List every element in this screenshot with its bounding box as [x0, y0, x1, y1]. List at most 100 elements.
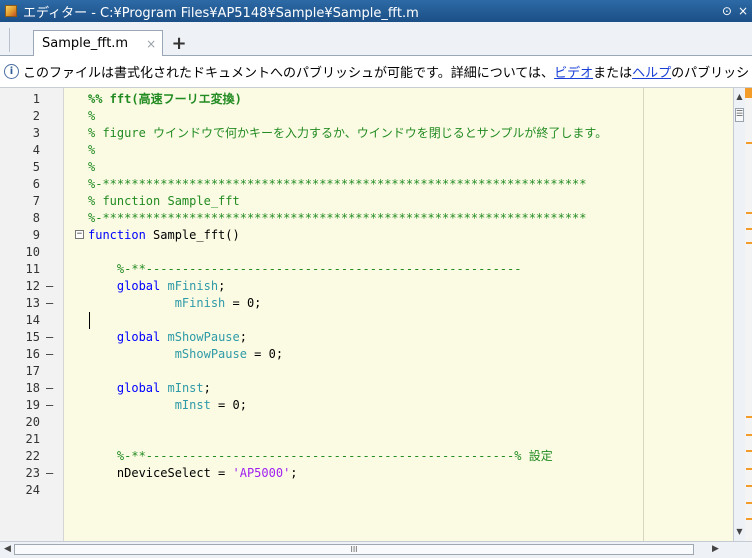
scroll-down-icon[interactable]: ▼: [734, 525, 745, 539]
tab-label: Sample_fft.m: [42, 36, 129, 51]
assignment: = 0;: [210, 398, 247, 412]
comment: %-**------------------------------------…: [116, 449, 553, 463]
window-menu-icon[interactable]: ⊙: [722, 4, 732, 18]
tab-sample-fft[interactable]: Sample_fft.m ×: [33, 30, 163, 56]
marker[interactable]: [746, 468, 752, 470]
code-text: mShowPause = 0;: [88, 346, 283, 363]
marker[interactable]: [746, 450, 752, 452]
message-marker-bar[interactable]: [745, 88, 752, 541]
breakpoint-dash[interactable]: –: [46, 380, 53, 397]
marker[interactable]: [746, 142, 752, 144]
keyword: function: [88, 228, 146, 242]
keyword: global: [116, 330, 161, 344]
breakpoint-dash[interactable]: –: [46, 465, 53, 482]
line-number: 21: [25, 432, 40, 446]
code-line[interactable]: 15– global mShowPause;: [0, 329, 733, 346]
line-number: 22: [25, 449, 40, 463]
horizontal-scroll-thumb[interactable]: III: [14, 544, 694, 555]
comment: %: [88, 143, 96, 157]
marker[interactable]: [746, 212, 752, 214]
punctuation: ;: [203, 381, 211, 395]
code-line[interactable]: 2%: [0, 108, 733, 125]
code-line[interactable]: 14: [0, 312, 733, 329]
function-signature: Sample_fft(): [145, 228, 240, 242]
comment: % function Sample_fft: [88, 194, 240, 208]
breakpoint-dash[interactable]: –: [46, 295, 53, 312]
help-link[interactable]: ヘルプ: [632, 62, 671, 81]
title-bar: エディター - C:¥Program Files¥AP5148¥Sample¥S…: [0, 0, 752, 22]
tab-close-icon[interactable]: ×: [146, 37, 156, 51]
code-line[interactable]: 20: [0, 414, 733, 431]
code-line[interactable]: 6 %-*************************************…: [0, 176, 733, 193]
keyword: global: [116, 279, 161, 293]
code-line[interactable]: 17: [0, 363, 733, 380]
horizontal-scrollbar[interactable]: ◀ III ▶: [0, 541, 752, 558]
close-icon[interactable]: ×: [738, 4, 748, 18]
fold-toggle-icon[interactable]: −: [75, 230, 84, 239]
info-icon: i: [4, 64, 19, 79]
cell-title: %% fft(高速フーリエ変換): [88, 92, 242, 106]
marker[interactable]: [746, 502, 752, 504]
code-line[interactable]: 19– mInst = 0;: [0, 397, 733, 414]
marker[interactable]: [746, 228, 752, 230]
marker[interactable]: [746, 518, 752, 520]
code-line[interactable]: 21: [0, 431, 733, 448]
code-line[interactable]: 23– nDeviceSelect = 'AP5000';: [0, 465, 733, 482]
line-number: 24: [25, 483, 40, 497]
line-number: 23: [25, 466, 40, 480]
code-text: global mShowPause;: [88, 329, 247, 346]
comment: %-**------------------------------------…: [116, 262, 522, 276]
code-line[interactable]: 7 % function Sample_fft: [0, 193, 733, 210]
code-editor[interactable]: 1%% fft(高速フーリエ変換) 2% 3% figure ウインドウで何かキーを…: [0, 88, 733, 541]
code-line[interactable]: 10: [0, 244, 733, 261]
global-variable: mInst: [167, 381, 204, 395]
scroll-left-icon[interactable]: ◀: [4, 544, 11, 554]
comment: %-**************************************…: [88, 211, 587, 225]
marker[interactable]: [746, 485, 752, 487]
code-line[interactable]: 3 % figure ウインドウで何かキーを入力するか、ウインドウを閉じるとサンプ…: [0, 125, 733, 142]
global-variable: mFinish: [174, 296, 226, 310]
line-number: 19: [25, 398, 40, 412]
video-link[interactable]: ビデオ: [554, 62, 593, 81]
code-text: % figure ウインドウで何かキーを入力するか、ウインドウを閉じるとサンプル…: [88, 125, 607, 142]
new-tab-button[interactable]: +: [166, 30, 192, 56]
code-line[interactable]: 5%: [0, 159, 733, 176]
scroll-up-icon[interactable]: ▲: [734, 90, 745, 104]
global-variable: mShowPause: [167, 330, 240, 344]
marker[interactable]: [746, 416, 752, 418]
code-line[interactable]: 16– mShowPause = 0;: [0, 346, 733, 363]
scroll-right-icon[interactable]: ▶: [712, 544, 719, 554]
breakpoint-dash[interactable]: –: [46, 278, 53, 295]
code-text: %-**------------------------------------…: [88, 261, 522, 278]
breakpoint-dash[interactable]: –: [46, 329, 53, 346]
code-line[interactable]: 9 − function Sample_fft(): [0, 227, 733, 244]
tab-bar-grip[interactable]: [0, 28, 10, 52]
code-line[interactable]: 1 %% fft(高速フーリエ変換): [0, 91, 733, 108]
breakpoint-dash[interactable]: –: [46, 397, 53, 414]
line-number: 14: [25, 313, 40, 327]
code-text: mFinish = 0;: [88, 295, 262, 312]
code-text: %: [88, 142, 95, 159]
code-line[interactable]: 13– mFinish = 0;: [0, 295, 733, 312]
marker[interactable]: [746, 434, 752, 436]
code-line[interactable]: 4%: [0, 142, 733, 159]
code-line[interactable]: 12– global mFinish;: [0, 278, 733, 295]
vertical-scroll-thumb[interactable]: ☰: [735, 108, 744, 122]
marker-indicator[interactable]: [745, 88, 752, 98]
marker[interactable]: [746, 242, 752, 244]
code-line[interactable]: 8 %-*************************************…: [0, 210, 733, 227]
code-text: function Sample_fft(): [88, 227, 240, 244]
breakpoint-dash[interactable]: –: [46, 346, 53, 363]
code-line[interactable]: 24: [0, 482, 733, 499]
editor-app-icon: [5, 5, 17, 17]
code-line[interactable]: 11 %-**---------------------------------…: [0, 261, 733, 278]
code-line[interactable]: 18– global mInst;: [0, 380, 733, 397]
code-line[interactable]: 22 %-**---------------------------------…: [0, 448, 733, 465]
vertical-scrollbar[interactable]: ▲ ☰ ▼: [733, 88, 745, 541]
window-title: エディター - C:¥Program Files¥AP5148¥Sample¥S…: [23, 5, 419, 21]
